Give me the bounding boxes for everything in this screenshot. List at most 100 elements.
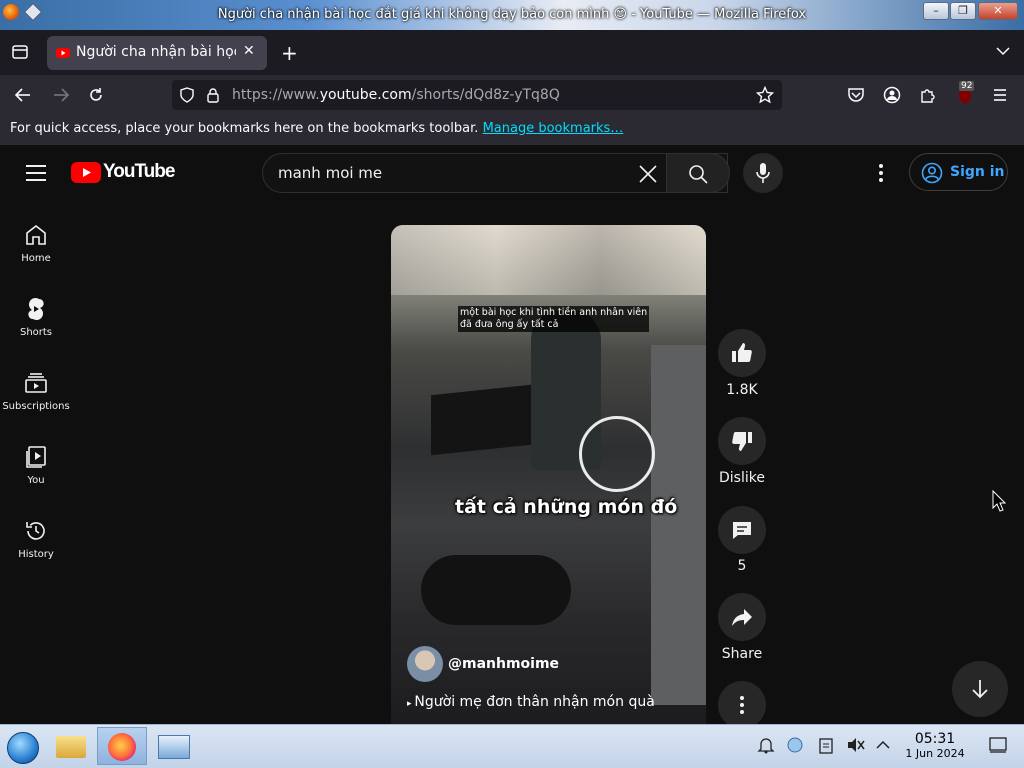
dislike-button[interactable] — [718, 417, 766, 465]
sidebar-item-shorts[interactable]: Shorts — [0, 297, 72, 371]
sidebar-item-home[interactable]: Home — [0, 223, 72, 297]
lock-icon[interactable] — [206, 87, 220, 103]
url-bar[interactable]: https://www.youtube.com/shorts/dQd8z-yTq… — [172, 80, 782, 110]
youtube-favicon-icon — [56, 48, 70, 58]
show-hidden-icons-icon[interactable] — [876, 740, 890, 750]
search-icon — [689, 165, 708, 184]
start-button[interactable] — [2, 727, 46, 765]
sidebar-item-label: Home — [21, 253, 51, 264]
tab-close-icon[interactable]: ✕ — [243, 43, 255, 59]
volume-muted-icon[interactable] — [846, 736, 866, 754]
share-button[interactable] — [718, 593, 766, 641]
channel-name[interactable]: @manhmoime — [448, 656, 559, 672]
short-video-player[interactable]: một bài học khi tình tiền anh nhân viên … — [391, 225, 706, 725]
channel-avatar[interactable] — [407, 646, 443, 682]
folder-icon — [56, 736, 86, 758]
comments-button[interactable] — [718, 506, 766, 554]
taskbar-clock[interactable]: 05:31 1 Jun 2024 — [900, 731, 970, 760]
sidebar-item-label: History — [18, 549, 54, 560]
maximize-button[interactable]: ❐ — [950, 2, 976, 20]
notification-bell-icon[interactable] — [757, 736, 775, 754]
user-circle-icon — [921, 162, 943, 184]
tab-title: Người cha nhận bài học đắt giá khi không… — [76, 44, 236, 60]
firefox-view-button[interactable] — [10, 43, 30, 63]
voice-search-button[interactable] — [743, 153, 783, 193]
bookmarks-toolbar: For quick access, place your bookmarks h… — [0, 115, 1024, 145]
share-label: Share — [721, 646, 763, 662]
sidebar-item-label: You — [27, 475, 45, 486]
extensions-icon[interactable] — [919, 86, 937, 104]
window-title: Người cha nhận bài học đắt giá khi không… — [217, 7, 807, 22]
youtube-logo[interactable]: YouTube — [71, 160, 175, 186]
home-icon — [26, 224, 46, 245]
youtube-logo-icon — [71, 162, 101, 183]
window-titlebar: Người cha nhận bài học đắt giá khi không… — [0, 0, 1024, 30]
menu-icon[interactable] — [991, 86, 1009, 104]
microphone-icon — [756, 163, 770, 183]
reload-icon[interactable] — [87, 86, 105, 104]
close-window-button[interactable]: ✕ — [978, 2, 1018, 20]
dislike-label: Dislike — [719, 470, 765, 486]
ublock-extension-button[interactable]: 92 — [955, 81, 977, 107]
show-desktop-icon[interactable] — [989, 737, 1007, 753]
sound-link[interactable]: ▸ Người mẹ đơn thân nhận món quà — [407, 694, 655, 710]
control-panel-icon — [158, 735, 190, 759]
account-icon[interactable] — [883, 86, 901, 104]
clear-search-icon[interactable] — [638, 164, 658, 184]
arrow-down-icon — [972, 680, 988, 699]
taskbar-firefox[interactable] — [97, 727, 147, 765]
comment-count: 5 — [737, 558, 747, 574]
clipboard-icon[interactable] — [817, 736, 835, 754]
sign-in-button[interactable]: Sign in — [909, 153, 1008, 191]
firefox-icon — [108, 733, 136, 761]
windows-orb-icon — [7, 732, 39, 764]
comment-icon — [733, 522, 751, 539]
new-tab-button[interactable]: + — [281, 41, 298, 65]
youtube-logo-text: YouTube — [103, 161, 175, 182]
taskbar-file-manager[interactable] — [50, 727, 94, 765]
you-icon — [26, 446, 46, 468]
more-vertical-icon — [740, 696, 744, 714]
list-all-tabs-icon[interactable] — [996, 46, 1010, 56]
search-box[interactable]: manh moi me — [262, 153, 728, 193]
history-icon — [26, 522, 45, 540]
minimize-button[interactable]: – — [923, 2, 949, 20]
pocket-icon[interactable] — [847, 86, 865, 104]
next-video-button[interactable] — [952, 661, 1008, 717]
like-button[interactable] — [718, 329, 766, 377]
sidebar-item-you[interactable]: You — [0, 445, 72, 519]
search-button[interactable] — [666, 153, 730, 193]
sidebar-item-label: Subscriptions — [2, 401, 70, 412]
video-figure-register — [431, 384, 531, 456]
sidebar-item-history[interactable]: History — [0, 519, 72, 593]
bookmark-star-icon[interactable] — [756, 86, 774, 104]
like-count: 1.8K — [726, 382, 758, 398]
play-indicator-ring — [579, 416, 655, 492]
forward-icon[interactable] — [52, 86, 70, 104]
video-frame-background — [391, 225, 706, 295]
extension-badge: 92 — [959, 81, 975, 91]
guide-menu-icon[interactable] — [25, 163, 47, 183]
settings-more-icon[interactable] — [877, 163, 885, 183]
url-text[interactable]: https://www.youtube.com/shorts/dQd8z-yTq… — [232, 87, 560, 103]
thumbs-down-icon — [732, 432, 752, 451]
clock-time: 05:31 — [914, 731, 956, 747]
bookmarks-message: For quick access, place your bookmarks h… — [10, 121, 479, 136]
tab-active[interactable]: Người cha nhận bài học đắt giá khi không… — [47, 36, 267, 70]
network-icon[interactable] — [786, 736, 804, 754]
clock-date: 1 Jun 2024 — [905, 747, 965, 760]
thumbs-up-icon — [732, 343, 752, 362]
video-figure-customer — [651, 345, 706, 705]
search-input[interactable]: manh moi me — [278, 164, 382, 182]
video-figure-bag — [421, 555, 571, 625]
taskbar-control-panel[interactable] — [152, 727, 196, 765]
share-arrow-icon — [732, 609, 752, 626]
manage-bookmarks-link[interactable]: Manage bookmarks… — [483, 121, 624, 136]
back-icon[interactable] — [14, 86, 32, 104]
tracking-protection-icon[interactable] — [179, 87, 195, 103]
sidebar-item-subscriptions[interactable]: Subscriptions — [0, 371, 72, 445]
ublock-shield-icon — [959, 90, 971, 104]
more-actions-button[interactable] — [718, 681, 766, 729]
subscriptions-icon — [25, 373, 47, 393]
video-caption: tất cả những món đó — [455, 496, 678, 518]
